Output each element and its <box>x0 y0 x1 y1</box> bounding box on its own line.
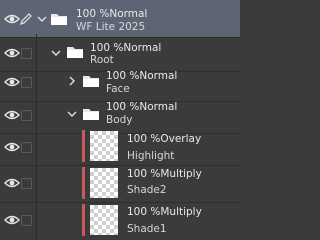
layer-row-wf-lite[interactable]: 100 %Normal WF Lite 2025 <box>0 0 240 38</box>
folder-icon <box>67 47 83 58</box>
layer-blend-label: 100 %Normal <box>106 101 178 113</box>
layer-blend-label: 100 %Normal <box>90 42 162 54</box>
lock-checkbox[interactable] <box>21 215 32 226</box>
chevron-down-icon[interactable] <box>36 13 48 25</box>
chevron-right-icon[interactable] <box>66 75 78 87</box>
layer-thumbnail <box>90 205 118 235</box>
chevron-down-icon[interactable] <box>50 47 62 59</box>
folder-icon <box>51 14 67 25</box>
eye-icon[interactable] <box>4 141 20 153</box>
layer-thumbnail <box>90 168 118 198</box>
layer-blend-label: 100 %Multiply <box>127 168 202 180</box>
eye-icon[interactable] <box>4 47 20 59</box>
folder-icon <box>83 109 99 120</box>
color-label-strip <box>82 130 85 162</box>
layer-blend-label: 100 %Normal <box>76 8 148 20</box>
folder-icon <box>83 76 99 87</box>
layer-name-label: Shade1 <box>127 223 167 235</box>
column-divider <box>36 34 37 240</box>
layer-blend-label: 100 %Overlay <box>127 133 202 145</box>
layer-name-label: Face <box>106 83 130 95</box>
layer-name-label: Highlight <box>127 150 175 162</box>
color-label-strip <box>82 204 85 236</box>
eye-icon[interactable] <box>4 214 20 226</box>
eye-icon[interactable] <box>4 177 20 189</box>
eye-icon[interactable] <box>4 109 20 121</box>
chevron-down-icon[interactable] <box>66 108 78 120</box>
lock-checkbox[interactable] <box>21 77 32 88</box>
layer-blend-label: 100 %Multiply <box>127 206 202 218</box>
color-label-strip <box>82 167 85 199</box>
lock-checkbox[interactable] <box>21 142 32 153</box>
eye-icon[interactable] <box>4 76 20 88</box>
layer-name-label: WF Lite 2025 <box>76 21 146 33</box>
lock-checkbox[interactable] <box>21 110 32 121</box>
layer-name-label: Body <box>106 114 133 126</box>
lock-checkbox[interactable] <box>21 178 32 189</box>
eye-icon[interactable] <box>4 13 20 25</box>
layer-name-label: Shade2 <box>127 184 167 196</box>
layer-panel: 100 %Normal WF Lite 2025 100 %Normal Roo… <box>0 0 240 240</box>
layer-thumbnail <box>90 131 118 161</box>
lock-checkbox[interactable] <box>21 48 32 59</box>
layer-blend-label: 100 %Normal <box>106 70 178 82</box>
pencil-icon <box>20 13 32 25</box>
